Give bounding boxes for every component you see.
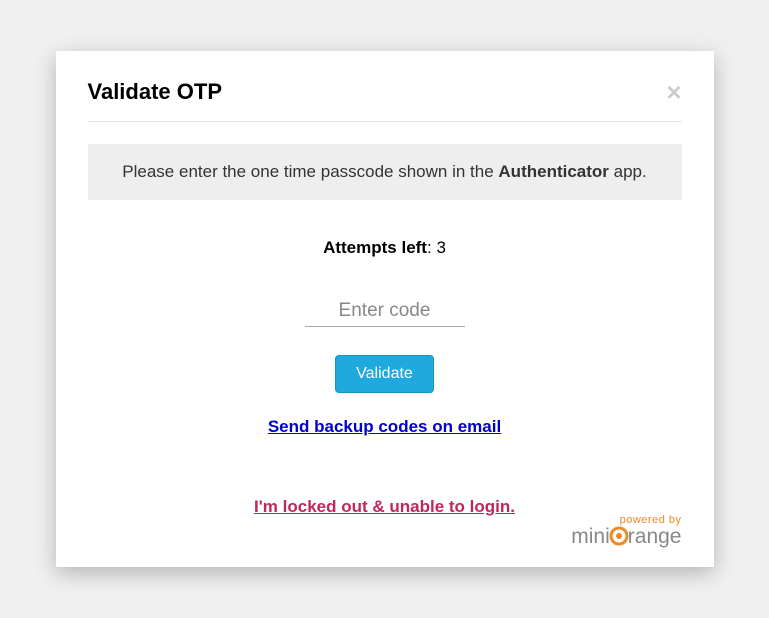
brand-orange-icon (609, 526, 629, 546)
close-icon[interactable]: × (666, 79, 681, 105)
instruction-bold: Authenticator (498, 162, 609, 181)
attempts-text: Attempts left: 3 (88, 238, 682, 258)
instruction-prefix: Please enter the one time passcode shown… (122, 162, 498, 181)
modal-title: Validate OTP (88, 79, 223, 105)
backup-codes-link[interactable]: Send backup codes on email (88, 417, 682, 437)
brand-suffix: range (628, 525, 682, 548)
attempts-label: Attempts left (323, 238, 427, 257)
brand-logo: mini range (571, 526, 681, 547)
powered-by-footer: powered by minirange (571, 514, 681, 547)
attempts-value: 3 (436, 238, 445, 257)
instruction-suffix: app. (609, 162, 647, 181)
validate-button[interactable]: Validate (335, 355, 434, 393)
otp-modal: Validate OTP × Please enter the one time… (56, 51, 714, 567)
modal-header: Validate OTP × (88, 79, 682, 122)
instruction-banner: Please enter the one time passcode shown… (88, 144, 682, 200)
otp-input[interactable] (305, 296, 465, 327)
brand-prefix: mini (571, 525, 610, 548)
